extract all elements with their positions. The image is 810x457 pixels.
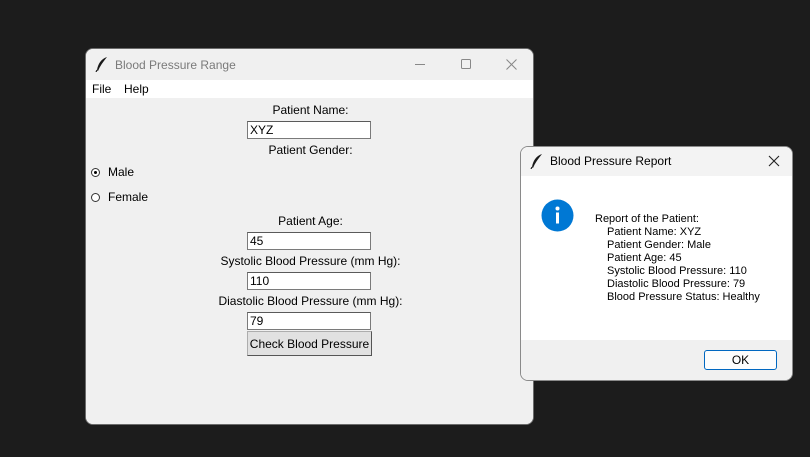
window-title: Blood Pressure Range	[115, 58, 236, 72]
dialog-title: Blood Pressure Report	[550, 154, 672, 168]
main-titlebar[interactable]: Blood Pressure Range	[86, 49, 533, 80]
report-line-name: Patient Name: XYZ	[607, 226, 702, 238]
check-blood-pressure-button[interactable]: Check Blood Pressure	[247, 331, 372, 356]
report-line-systolic: Systolic Blood Pressure: 110	[607, 265, 747, 277]
feather-icon	[95, 56, 109, 73]
report-line-gender: Patient Gender: Male	[607, 239, 711, 251]
main-window: Blood Pressure Range File Help Patient N…	[85, 48, 534, 425]
menu-help[interactable]: Help	[124, 82, 149, 96]
dialog-close-button[interactable]	[755, 147, 792, 176]
close-icon	[506, 59, 517, 70]
report-dialog: Blood Pressure Report Report of the Pati…	[520, 146, 793, 381]
dialog-footer: OK	[521, 340, 792, 380]
diastolic-input[interactable]	[247, 312, 371, 330]
systolic-label: Systolic Blood Pressure (mm Hg):	[220, 254, 401, 268]
patient-name-input[interactable]	[247, 121, 371, 139]
report-line-diastolic: Diastolic Blood Pressure: 79	[607, 278, 746, 290]
maximize-icon	[461, 59, 471, 69]
gender-male-label: Male	[108, 165, 135, 179]
info-icon	[541, 199, 574, 232]
report-line-status: Blood Pressure Status: Healthy	[607, 291, 760, 303]
dialog-titlebar[interactable]: Blood Pressure Report	[521, 147, 792, 176]
menu-bar: File Help	[86, 80, 533, 98]
gender-radio-female[interactable]: Female	[91, 190, 148, 204]
minimize-icon	[415, 64, 425, 65]
patient-name-label: Patient Name:	[272, 103, 349, 117]
radio-selected-icon[interactable]	[91, 167, 100, 177]
menu-file[interactable]: File	[92, 82, 111, 96]
close-button[interactable]	[488, 49, 533, 80]
patient-gender-label: Patient Gender:	[268, 143, 353, 157]
minimize-button[interactable]	[397, 49, 443, 80]
maximize-button[interactable]	[443, 49, 489, 80]
report-line-age: Patient Age: 45	[607, 252, 682, 264]
systolic-input[interactable]	[247, 272, 371, 290]
report-text: Report of the Patient: Patient Name: XYZ…	[595, 213, 760, 304]
gender-radio-male[interactable]: Male	[91, 165, 134, 179]
form-area: Patient Name: Patient Gender: Male Femal…	[86, 98, 533, 424]
patient-age-label: Patient Age:	[278, 214, 343, 228]
report-heading: Report of the Patient:	[595, 213, 699, 225]
ok-button[interactable]: OK	[704, 350, 777, 370]
patient-age-input[interactable]	[247, 232, 371, 250]
close-icon	[768, 155, 780, 167]
feather-icon	[530, 153, 544, 170]
diastolic-label: Diastolic Blood Pressure (mm Hg):	[218, 294, 403, 308]
radio-unselected-icon[interactable]	[91, 192, 100, 202]
gender-female-label: Female	[108, 190, 149, 204]
